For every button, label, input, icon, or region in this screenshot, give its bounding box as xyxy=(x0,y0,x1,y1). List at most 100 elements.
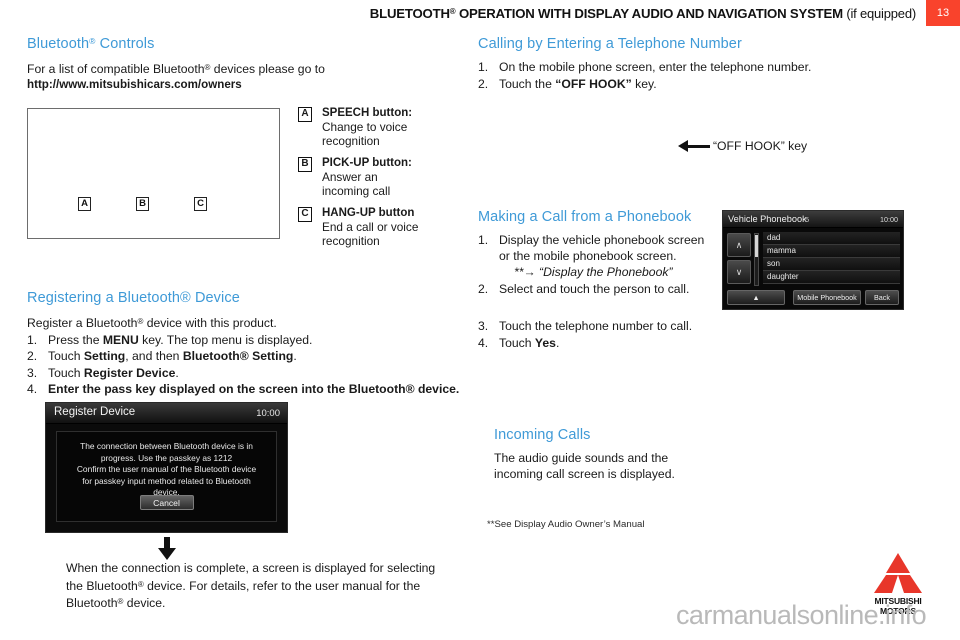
after-line-2: the Bluetooth® device. For details, refe… xyxy=(66,577,456,595)
reference-text: **→ “Display the Phonebook” xyxy=(514,265,673,280)
off-hook-annotation: “OFF HOOK” key xyxy=(678,139,807,153)
arrow-down-glyph xyxy=(158,537,176,560)
step-text-bold: Yes xyxy=(534,335,556,350)
heading-text: Bluetooth xyxy=(27,36,90,52)
diagram-marker-b: B xyxy=(136,197,149,211)
manual-page: BLUETOOTH® OPERATION WITH DISPLAY AUDIO … xyxy=(0,0,960,640)
incoming-line-1: The audio guide sounds and the xyxy=(494,451,669,465)
arrow-left-icon xyxy=(678,140,710,152)
step-number: 4. xyxy=(478,335,489,350)
phonebook-step-4: 4. Touch Yes. xyxy=(478,336,738,352)
legend-marker-c: C xyxy=(298,207,312,222)
calling-step-1: 1. On the mobile phone screen, enter the… xyxy=(478,60,933,76)
step-text-pre: Touch xyxy=(48,349,84,364)
scroll-down-icon[interactable]: ∨ xyxy=(727,260,751,284)
phonebook-step-1: 1. Display the vehicle phonebook screen … xyxy=(478,233,723,264)
incoming-calls-section: Incoming Calls The audio guide sounds an… xyxy=(494,427,754,482)
step-text-bold: “OFF HOOK” xyxy=(555,76,632,91)
after-line-2-text: the Bluetooth xyxy=(66,578,138,593)
legend-desc-pickup-1: Answer an xyxy=(322,170,378,184)
phonebook-titlebar: Vehicle Phonebook 5 10:00 xyxy=(723,211,903,228)
left-column: Bluetooth® Controls For a list of compat… xyxy=(27,36,467,91)
incoming-calls-heading: Incoming Calls xyxy=(494,427,591,443)
step-number: 4. xyxy=(27,382,38,397)
step-text-line2: or the mobile phonebook screen. xyxy=(499,248,677,263)
step-number: 1. xyxy=(478,233,489,247)
mobile-phonebook-button[interactable]: Mobile Phonebook xyxy=(793,290,861,305)
step-text-bold: Setting xyxy=(83,349,126,364)
legend-title-speech: SPEECH button: xyxy=(322,107,413,119)
registering-step-1: 1. Press the MENU key. The top menu is d… xyxy=(27,333,467,349)
page-number-badge: 13 xyxy=(926,0,960,26)
step-text-bold: Enter the pass key displayed on the scre… xyxy=(48,382,460,397)
header-title-main: BLUETOOTH xyxy=(369,6,450,21)
legend-item-hangup: C HANG-UP button End a call or voice rec… xyxy=(298,206,448,248)
intro-rest: devices please go to xyxy=(210,62,325,76)
right-column: Calling by Entering a Telephone Number 1… xyxy=(478,36,933,92)
phonebook-step-3: 3. Touch the telephone number to call. xyxy=(478,319,738,335)
scrollbar-thumb[interactable] xyxy=(755,235,758,257)
screenshot-dialog-panel: The connection between Bluetooth device … xyxy=(56,431,277,522)
step-text-post: . xyxy=(555,335,560,350)
owners-url[interactable]: http://www.mitsubishicars.com/owners xyxy=(27,78,467,91)
calling-steps: 1. On the mobile phone screen, enter the… xyxy=(478,60,933,92)
dialog-message-line-2: progress. Use the passkey as 1212 xyxy=(100,452,233,463)
legend-marker-a: A xyxy=(298,107,312,122)
after-line-3: Bluetooth® device. xyxy=(66,594,456,612)
dialog-message-line-1: The connection between Bluetooth device … xyxy=(80,441,253,451)
connection-complete-text: When the connection is complete, a scree… xyxy=(66,561,456,612)
registering-heading: Registering a Bluetooth® Device xyxy=(27,290,240,306)
phonebook-toolbar: ▲ Mobile Phonebook Back xyxy=(723,290,903,307)
legend-desc-speech-2: recognition xyxy=(322,134,380,148)
bluetooth-controls-heading: Bluetooth® Controls xyxy=(27,36,467,52)
registering-step-3: 3. Touch Register Device. xyxy=(27,366,467,382)
phonebook-scroll-buttons: ∧ ∨ xyxy=(727,233,751,287)
phonebook-title: Vehicle Phonebook xyxy=(728,213,807,224)
reg-intro-rest: device with this product. xyxy=(143,316,277,330)
back-button[interactable]: Back xyxy=(865,290,899,305)
legend-title-pickup: PICK-UP button: xyxy=(322,157,412,169)
step-text-post: . xyxy=(175,365,179,380)
dialog-message-line-4: for passkey input method related to Blue… xyxy=(82,475,251,486)
footnote: **See Display Audio Owner’s Manual xyxy=(487,519,645,530)
step-text-mid: , and then xyxy=(125,349,183,364)
scrollbar[interactable] xyxy=(754,233,759,286)
list-item[interactable]: mamma xyxy=(763,245,900,258)
step-number: 1. xyxy=(478,60,489,74)
phonebook-steps-cont: 3. Touch the telephone number to call. 4… xyxy=(478,318,738,351)
list-item[interactable]: daughter xyxy=(763,271,900,284)
after-line-3-rest: device. xyxy=(123,596,166,611)
legend-title-hangup: HANG-UP button xyxy=(322,207,415,219)
controls-legend: A SPEECH button: Change to voice recogni… xyxy=(298,106,448,256)
step-number: 3. xyxy=(27,365,38,380)
registering-section: Registering a Bluetooth® Device Register… xyxy=(27,290,467,398)
registering-step-4: 4. Enter the pass key displayed on the s… xyxy=(27,382,467,398)
list-item[interactable]: dad xyxy=(763,232,900,245)
page-up-button[interactable]: ▲ xyxy=(727,290,785,305)
step-text-post: key. The top menu is displayed. xyxy=(138,332,313,347)
after-line-1: When the connection is complete, a scree… xyxy=(66,561,436,575)
step-text: On the mobile phone screen, enter the te… xyxy=(499,60,812,74)
list-item[interactable]: son xyxy=(763,258,900,271)
step-number: 2. xyxy=(27,349,38,364)
register-device-screenshot: Register Device 10:00 The connection bet… xyxy=(45,402,288,533)
header-title-rest: OPERATION WITH DISPLAY AUDIO AND NAVIGAT… xyxy=(455,6,843,21)
scroll-up-icon[interactable]: ∧ xyxy=(727,233,751,257)
screenshot-titlebar: Register Device 10:00 xyxy=(46,403,287,424)
phonebook-step-2: 2. Select and touch the person to call. xyxy=(478,282,723,298)
dialog-message: The connection between Bluetooth device … xyxy=(67,441,266,499)
after-line-3-text: Bluetooth xyxy=(66,596,118,611)
phonebook-reference: **→ “Display the Phonebook” xyxy=(478,265,723,281)
step-text: Select and touch the person to call. xyxy=(499,281,690,296)
steering-controls-diagram: A B C xyxy=(27,108,280,239)
legend-desc-speech-1: Change to voice xyxy=(322,120,408,134)
step-text-pre: Touch xyxy=(48,365,84,380)
diagram-marker-a: A xyxy=(78,197,91,211)
three-diamonds-icon xyxy=(874,553,922,593)
cancel-button[interactable]: Cancel xyxy=(139,495,194,510)
legend-desc-pickup-2: incoming call xyxy=(322,184,391,198)
intro-text: For a list of compatible Bluetooth xyxy=(27,62,205,76)
calling-heading: Calling by Entering a Telephone Number xyxy=(478,36,742,52)
step-text-bold2: Bluetooth® Setting xyxy=(182,349,294,364)
controls-intro: For a list of compatible Bluetooth® devi… xyxy=(27,60,467,78)
